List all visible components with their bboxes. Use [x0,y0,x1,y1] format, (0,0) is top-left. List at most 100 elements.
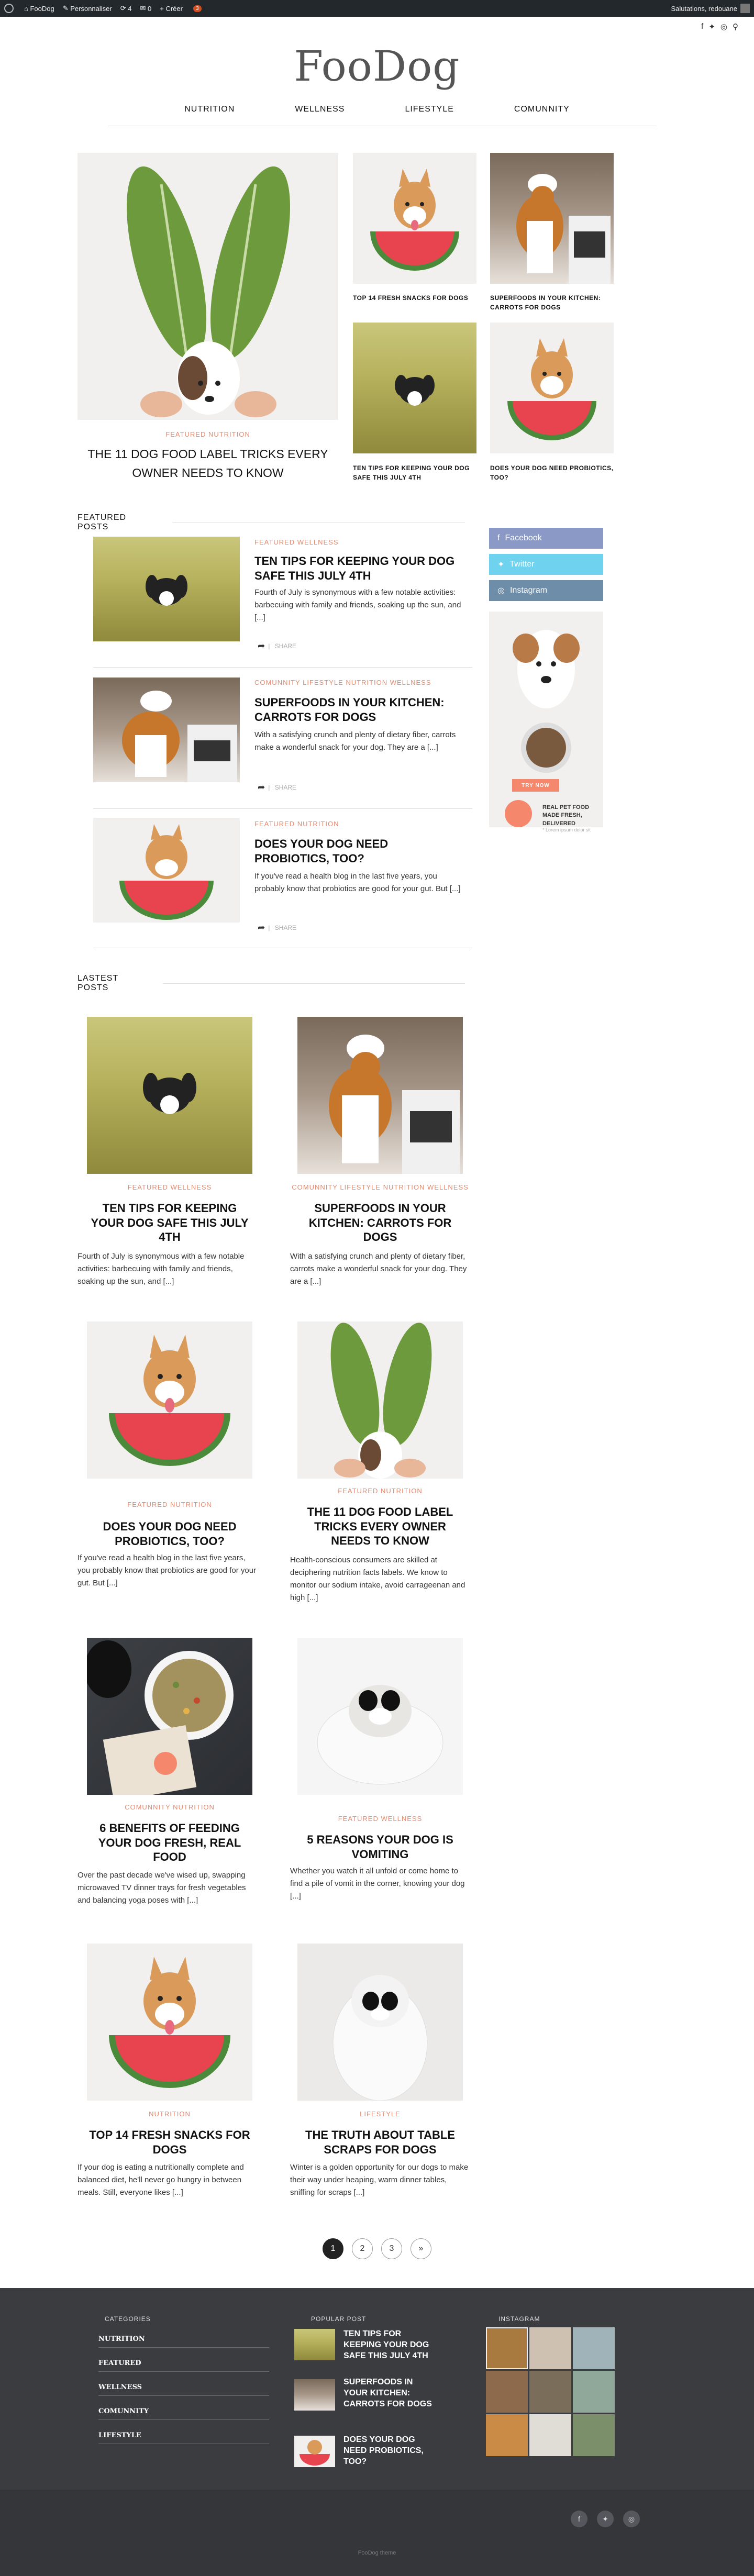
latest-image[interactable] [87,1944,252,2101]
admin-badge-link[interactable]: 3 [191,5,202,12]
search-icon[interactable]: ⚲ [733,22,738,31]
latest-category[interactable]: COMUNNITY LIFESTYLE NUTRITION WELLNESS [288,1183,472,1191]
hero-title[interactable]: THE 11 DOG FOOD LABEL TRICKS EVERY OWNER… [84,445,332,482]
wp-logo-icon[interactable] [4,4,16,13]
latest-category[interactable]: LIFESTYLE [288,2110,472,2118]
latest-image[interactable] [297,1017,463,1174]
latest-image[interactable] [87,1322,252,1479]
page-1-button[interactable]: 1 [323,2238,343,2259]
admin-comments-link[interactable]: ✉ 0 [140,4,151,13]
featured-title[interactable]: SUPERFOODS IN YOUR KITCHEN: CARROTS FOR … [254,695,464,724]
grid-title[interactable]: TOP 14 FRESH SNACKS FOR DOGS [353,293,476,303]
instagram-photo[interactable] [486,2327,528,2369]
facebook-button[interactable]: f Facebook [489,528,603,549]
instagram-photo[interactable] [529,2414,571,2456]
ad-try-now-button[interactable]: TRY NOW [512,779,559,792]
popular-post-link[interactable]: DOES YOUR DOG NEED PROBIOTICS, TOO? [343,2435,438,2467]
hero-image[interactable] [77,153,338,420]
footer-category-link[interactable]: WELLNESS [98,2383,269,2396]
latest-title[interactable]: TEN TIPS FOR KEEPING YOUR DOG SAFE THIS … [87,1201,252,1245]
featured-image[interactable] [93,678,240,782]
instagram-photo[interactable] [573,2327,615,2369]
featured-category[interactable]: FEATURED WELLNESS [254,538,464,546]
instagram-photo[interactable] [529,2371,571,2413]
footer-category-link[interactable]: NUTRITION [98,2335,269,2348]
latest-category[interactable]: COMUNNITY NUTRITION [77,1803,262,1811]
admin-comments-count: 0 [148,4,152,13]
page-3-button[interactable]: 3 [381,2238,402,2259]
instagram-photo[interactable] [486,2414,528,2456]
admin-site-link[interactable]: ⌂ FooDog [24,5,54,13]
latest-excerpt: Winter is a golden opportunity for our d… [290,2163,469,2197]
latest-category[interactable]: FEATURED NUTRITION [288,1487,472,1495]
latest-category[interactable]: FEATURED WELLNESS [288,1815,472,1823]
latest-title[interactable]: THE TRUTH ABOUT TABLE SCRAPS FOR DOGS [297,2128,463,2157]
footer-category-link[interactable]: COMUNNITY [98,2407,269,2420]
grid-image-watermelon-2[interactable] [490,323,614,453]
latest-image[interactable] [87,1017,252,1174]
grid-image-kitchen[interactable] [490,153,614,284]
next-page-button[interactable]: » [411,2238,431,2259]
instagram-button[interactable]: ◎ Instagram [489,580,603,601]
facebook-icon[interactable]: f [571,2511,587,2527]
latest-image[interactable] [297,1944,463,2101]
nav-item-lifestyle[interactable]: LIFESTYLE [405,105,453,114]
latest-excerpt: Over the past decade we've wised up, swa… [77,1871,246,1905]
latest-image[interactable] [297,1638,463,1795]
latest-category[interactable]: FEATURED NUTRITION [77,1501,262,1508]
latest-title[interactable]: SUPERFOODS IN YOUR KITCHEN: CARROTS FOR … [297,1201,463,1245]
latest-category[interactable]: FEATURED WELLNESS [77,1183,262,1191]
popular-thumb[interactable] [294,2379,335,2411]
grid-title[interactable]: TEN TIPS FOR KEEPING YOUR DOG SAFE THIS … [353,463,476,482]
popular-post-link[interactable]: SUPERFOODS IN YOUR KITCHEN: CARROTS FOR … [343,2377,438,2410]
twitter-icon[interactable]: ✦ [708,22,715,31]
page-2-button[interactable]: 2 [352,2238,373,2259]
site-logo[interactable]: FooDog [0,42,754,91]
latest-category[interactable]: NUTRITION [77,2110,262,2118]
admin-updates-link[interactable]: ⟳ 4 [120,4,132,13]
sidebar-ad[interactable] [489,612,603,827]
grid-image-grass[interactable] [353,323,476,453]
grid-title[interactable]: SUPERFOODS IN YOUR KITCHEN: CARROTS FOR … [490,293,614,312]
latest-title[interactable]: DOES YOUR DOG NEED PROBIOTICS, TOO? [87,1519,252,1548]
instagram-photo[interactable] [529,2327,571,2369]
featured-title[interactable]: DOES YOUR DOG NEED PROBIOTICS, TOO? [254,837,464,865]
featured-title[interactable]: TEN TIPS FOR KEEPING YOUR DOG SAFE THIS … [254,554,464,583]
footer-category-link[interactable]: LIFESTYLE [98,2431,269,2444]
share-button[interactable]: ➦ | SHARE [258,641,296,651]
twitter-icon[interactable]: ✦ [597,2511,614,2527]
latest-title[interactable]: 6 BENEFITS OF FEEDING YOUR DOG FRESH, RE… [87,1821,252,1864]
instagram-photo[interactable] [573,2371,615,2413]
instagram-photo[interactable] [573,2414,615,2456]
latest-image[interactable] [297,1322,463,1479]
popular-post-link[interactable]: TEN TIPS FOR KEEPING YOUR DOG SAFE THIS … [343,2329,438,2361]
facebook-icon[interactable]: f [701,22,703,31]
instagram-photo[interactable] [486,2371,528,2413]
share-button[interactable]: ➦ | SHARE [258,782,296,793]
nav-item-nutrition[interactable]: NUTRITION [184,105,235,114]
featured-image[interactable] [93,537,240,641]
admin-customize-link[interactable]: ✎ Personnaliser [63,4,112,13]
popular-thumb[interactable] [294,2436,335,2467]
admin-account[interactable]: Salutations, redouane [671,4,750,13]
featured-category[interactable]: FEATURED NUTRITION [254,820,464,828]
nav-item-wellness[interactable]: WELLNESS [295,105,345,114]
popular-thumb[interactable] [294,2329,335,2360]
featured-image[interactable] [93,818,240,923]
footer-category-link[interactable]: FEATURED [98,2359,269,2372]
grid-image-watermelon[interactable] [353,153,476,284]
share-button[interactable]: ➦ | SHARE [258,923,296,933]
instagram-icon[interactable]: ◎ [623,2511,640,2527]
hero-category[interactable]: FEATURED NUTRITION [77,430,338,438]
latest-title[interactable]: 5 REASONS YOUR DOG IS VOMITING [297,1833,463,1861]
twitter-button[interactable]: ✦ Twitter [489,554,603,575]
instagram-icon[interactable]: ◎ [720,22,727,31]
latest-title[interactable]: THE 11 DOG FOOD LABEL TRICKS EVERY OWNER… [297,1505,463,1548]
latest-title[interactable]: TOP 14 FRESH SNACKS FOR DOGS [87,2128,252,2157]
grid-title[interactable]: DOES YOUR DOG NEED PROBIOTICS, TOO? [490,463,614,482]
admin-new-link[interactable]: + Créer [160,5,183,13]
featured-excerpt: Fourth of July is synonymous with a few … [254,588,461,622]
featured-category[interactable]: COMUNNITY LIFESTYLE NUTRITION WELLNESS [254,679,464,686]
nav-item-comunnity[interactable]: COMUNNITY [514,105,570,114]
latest-image[interactable] [87,1638,252,1795]
